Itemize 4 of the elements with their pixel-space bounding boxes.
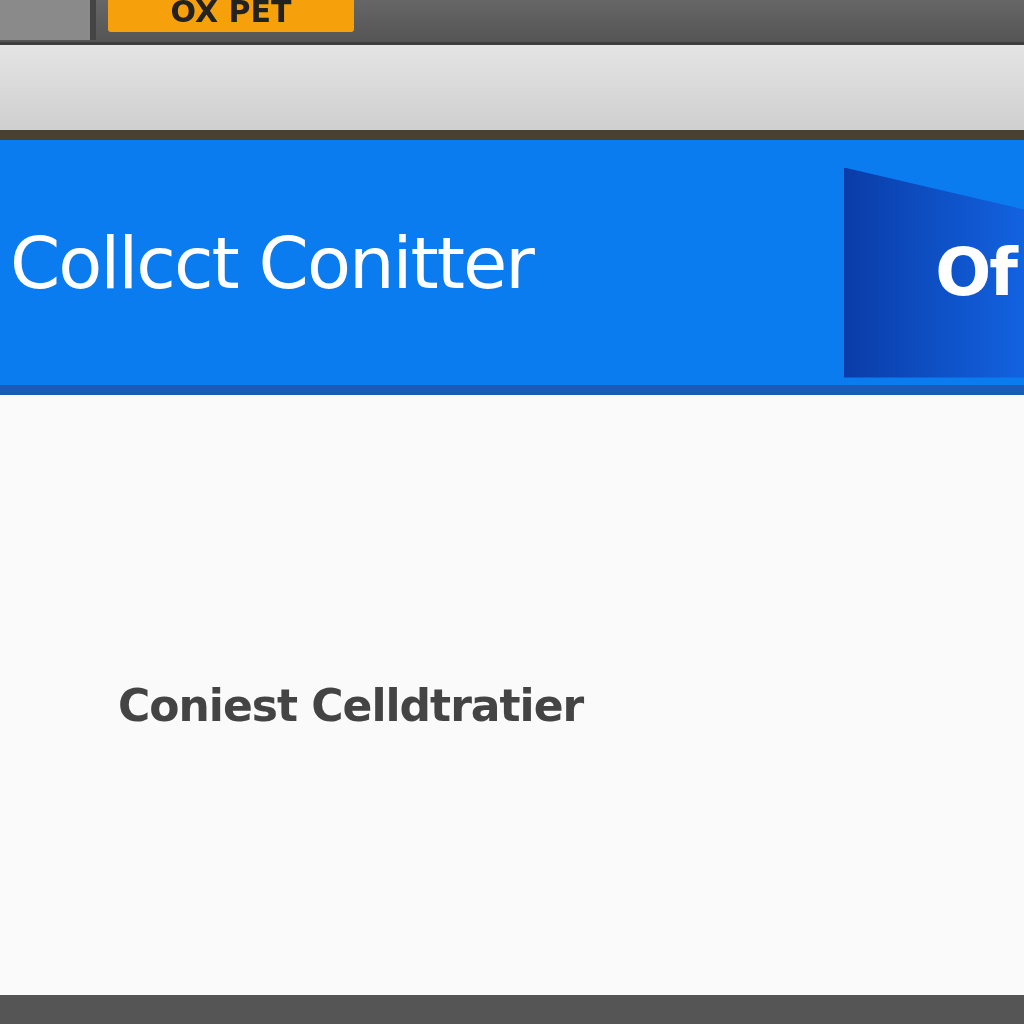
content-text: Coniest Celldtratier — [118, 679, 584, 731]
logo-badge: Of — [844, 167, 1024, 378]
banner-title: Collcct Conitter — [10, 220, 533, 305]
tab[interactable]: OX PET — [108, 0, 354, 32]
